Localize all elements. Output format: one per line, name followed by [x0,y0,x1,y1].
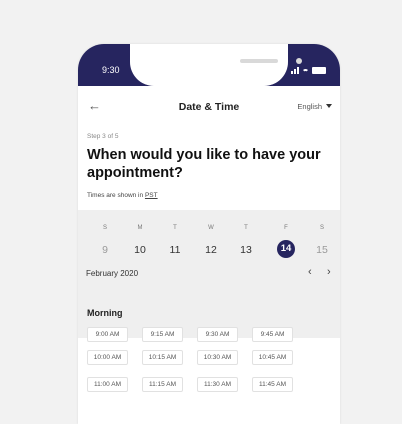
calendar-week: S M T W T F S 9 10 11 12 13 14 15 Februa… [78,210,340,338]
signal-icon [291,66,299,74]
chevron-down-icon [326,104,332,108]
question-heading: When would you like to have your appoint… [87,147,321,181]
front-camera [296,58,302,64]
battery-icon [312,66,326,74]
time-slot-button[interactable]: 9:45 AM [252,327,293,342]
time-slot-button[interactable]: 10:30 AM [197,350,238,365]
time-slot-button[interactable]: 9:15 AM [142,327,183,342]
weekday-label: T [244,225,248,231]
speaker-grille [240,59,278,63]
step-indicator: Step 3 of 5 [87,133,119,140]
weekday-label: M [137,225,143,231]
calendar-day-selected[interactable]: 14 [277,240,295,258]
calendar-day[interactable]: 10 [125,241,155,259]
weekday-label: F [284,225,288,231]
status-bar: 9:30 [78,44,340,86]
time-slot-button[interactable]: 10:15 AM [142,350,183,365]
timezone-link[interactable]: PST [145,192,158,199]
month-label: February 2020 [86,269,139,278]
weekday-label: W [208,225,214,231]
timezone-label: Times are shown in [87,192,144,199]
calendar-day[interactable]: 9 [90,241,120,259]
morning-heading: Morning [87,308,123,318]
time-slot-button[interactable]: 9:30 AM [197,327,238,342]
calendar-day[interactable]: 15 [307,241,337,259]
language-dropdown[interactable]: English [297,102,332,111]
weekday-label: S [319,225,324,231]
phone-screen: 9:30 ← Date & Time English Step 3 of 5 W… [78,44,340,424]
chevron-left-icon[interactable]: ‹ [308,266,312,278]
header-bar: ← Date & Time English [78,99,340,115]
phone-notch [130,44,302,86]
language-label: English [297,102,322,111]
chevron-right-icon[interactable]: › [327,266,331,278]
time-slot-button[interactable]: 11:00 AM [87,377,128,392]
time-slot-button[interactable]: 11:30 AM [197,377,238,392]
time-slot-button[interactable]: 11:15 AM [142,377,183,392]
status-time: 9:30 [102,65,120,75]
status-icons [291,65,326,75]
calendar-day[interactable]: 13 [231,241,261,259]
time-slot-button[interactable]: 11:45 AM [252,377,293,392]
timezone-note: Times are shown in PST [87,192,158,199]
weekday-label: T [173,225,177,231]
time-slot-button[interactable]: 10:45 AM [252,350,293,365]
time-slot-button[interactable]: 9:00 AM [87,327,128,342]
calendar-day[interactable]: 12 [196,241,226,259]
time-slot-button[interactable]: 10:00 AM [87,350,128,365]
wifi-icon [302,68,309,76]
calendar-day[interactable]: 11 [160,241,190,259]
weekday-label: S [102,225,107,231]
